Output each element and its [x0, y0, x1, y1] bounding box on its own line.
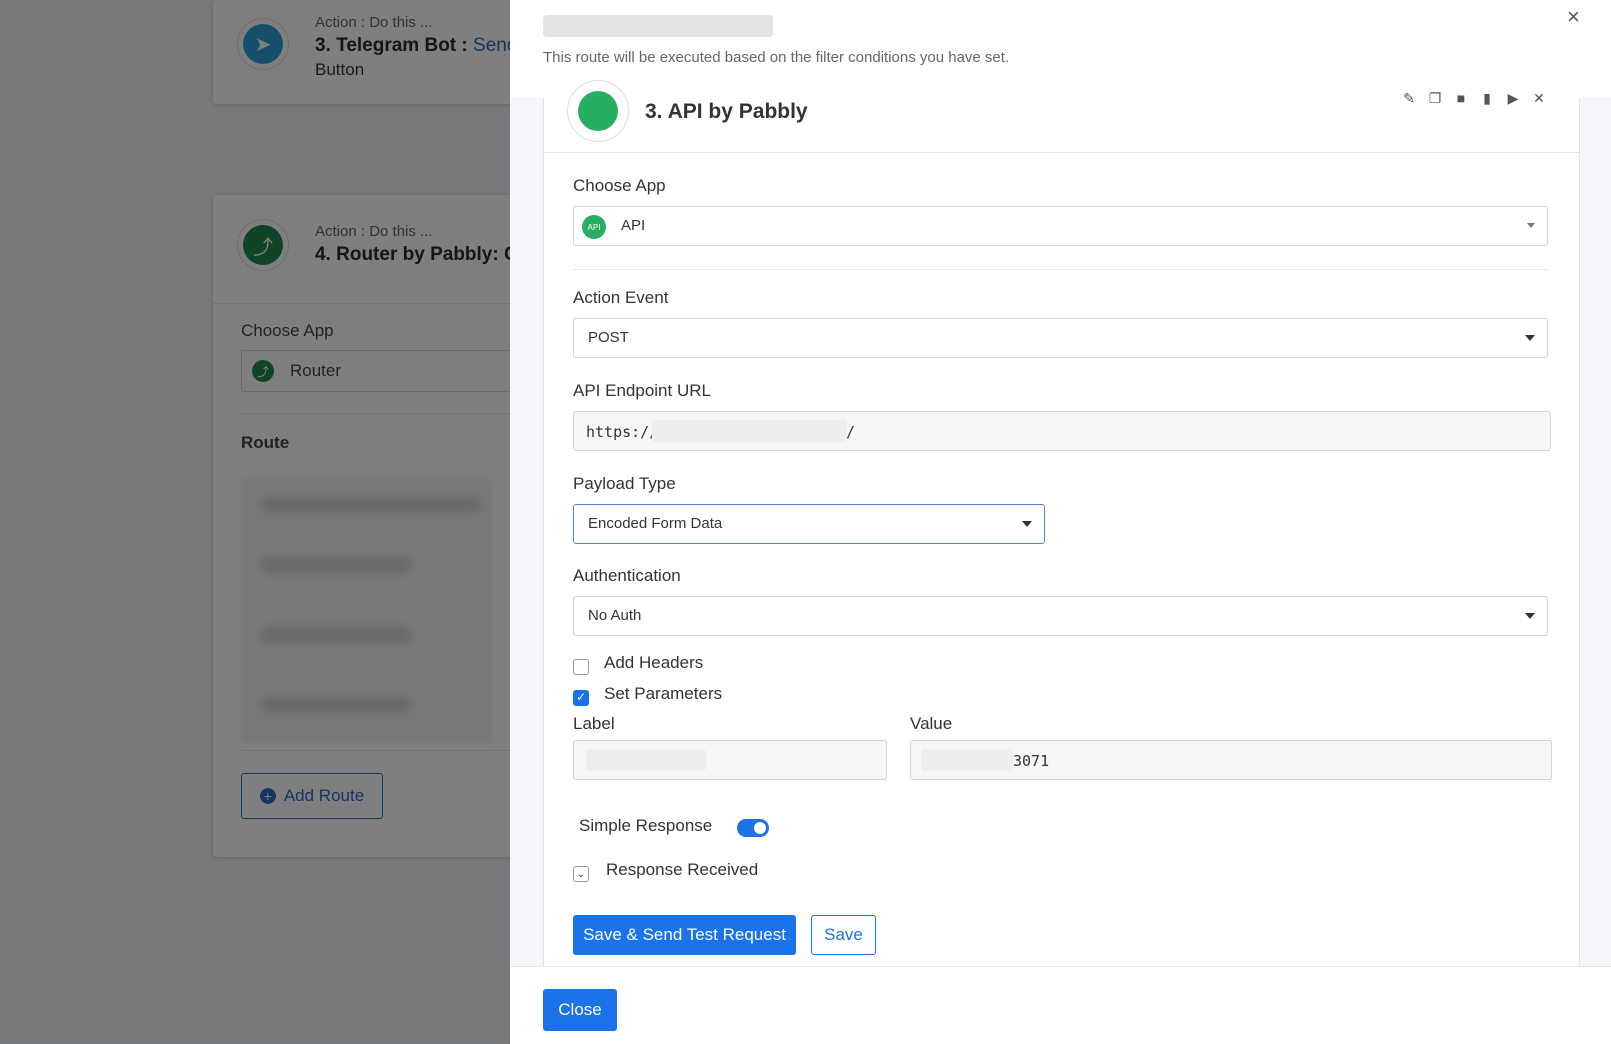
close-button[interactable]: Close [543, 989, 617, 1031]
chevron-down-icon [1525, 613, 1535, 619]
api-step-card: 3. API by Pabbly ✎ ❐ ■ ▮ ▶ ✕ Choose App … [543, 80, 1580, 966]
collapse-icon[interactable]: ✕ [1532, 90, 1546, 107]
save-button[interactable]: Save [811, 915, 876, 955]
add-headers-label: Add Headers [604, 653, 704, 672]
route-panel: × This route will be executed based on t… [510, 0, 1611, 1044]
step-title: 3. API by Pabbly [645, 100, 808, 123]
endpoint-prefix: https:// [586, 423, 659, 441]
api-icon: API [582, 215, 606, 239]
endpoint-input[interactable]: https:// / [573, 411, 1551, 451]
param-value-suffix: 3071 [1013, 752, 1050, 770]
choose-app-select[interactable]: API API [573, 206, 1548, 246]
step-header: 3. API by Pabbly ✎ ❐ ■ ▮ ▶ ✕ [544, 80, 1579, 153]
authentication-select[interactable]: No Auth [573, 596, 1548, 636]
step-toolbar: ✎ ❐ ■ ▮ ▶ ✕ [1402, 90, 1546, 107]
panel-subtitle: This route will be executed based on the… [543, 49, 1010, 66]
api-icon [567, 80, 629, 142]
redacted-value [921, 749, 1013, 771]
param-value-header: Value [910, 714, 953, 733]
close-icon[interactable]: × [1567, 4, 1580, 30]
divider [573, 269, 1548, 270]
payload-type-select[interactable]: Encoded Form Data [573, 504, 1045, 544]
choose-app-value: API [621, 217, 646, 234]
chevron-down-icon [1527, 223, 1535, 228]
chevron-down-icon [1525, 335, 1535, 341]
authentication-value: No Auth [588, 607, 642, 624]
delete-icon[interactable]: ▮ [1480, 90, 1494, 107]
param-label-input[interactable] [573, 740, 887, 780]
chevron-down-icon [1022, 521, 1032, 527]
param-value-input[interactable]: 3071 [910, 740, 1552, 780]
chevron-down-icon[interactable]: ⌄ [573, 866, 589, 882]
payload-type-value: Encoded Form Data [588, 515, 723, 532]
endpoint-label: API Endpoint URL [573, 381, 711, 400]
redacted-url [652, 420, 847, 442]
simple-response-toggle[interactable] [737, 819, 769, 837]
video-icon[interactable]: ▶ [1506, 90, 1520, 107]
param-label-header: Label [573, 714, 615, 733]
set-parameters-label: Set Parameters [604, 684, 723, 703]
add-headers-checkbox[interactable] [573, 659, 589, 675]
panel-body[interactable]: 3. API by Pabbly ✎ ❐ ■ ▮ ▶ ✕ Choose App … [510, 80, 1611, 966]
response-received-label: Response Received [606, 860, 759, 879]
set-parameters-checkbox[interactable]: ✓ [573, 690, 589, 706]
simple-response-label: Simple Response [579, 816, 713, 835]
choose-app-label: Choose App [573, 176, 666, 195]
edit-icon[interactable]: ✎ [1402, 90, 1416, 107]
copy-icon[interactable]: ❐ [1428, 90, 1442, 107]
endpoint-suffix: / [846, 423, 856, 441]
panel-footer: Close [510, 966, 1611, 1044]
action-event-value: POST [588, 329, 629, 346]
panel-header: × This route will be executed based on t… [510, 0, 1611, 98]
redacted-label [586, 749, 706, 771]
payload-type-label: Payload Type [573, 474, 676, 493]
action-event-select[interactable]: POST [573, 318, 1548, 358]
panel-title-redacted [543, 15, 773, 37]
save-icon[interactable]: ■ [1454, 90, 1468, 107]
authentication-label: Authentication [573, 566, 681, 585]
action-event-label: Action Event [573, 288, 669, 307]
save-send-test-button[interactable]: Save & Send Test Request [573, 915, 796, 955]
